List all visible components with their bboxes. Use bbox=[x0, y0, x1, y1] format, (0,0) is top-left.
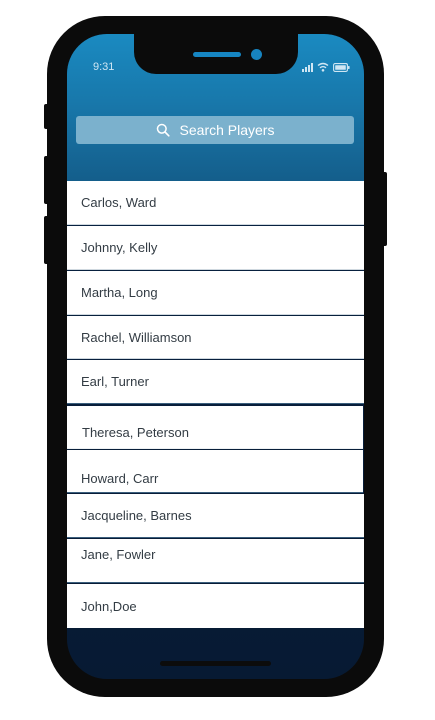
volume-down-button bbox=[44, 216, 49, 264]
player-name: Johnny, Kelly bbox=[81, 240, 158, 255]
player-name: Carlos, Ward bbox=[81, 195, 157, 210]
player-row-jacqueline-barnes[interactable]: Jacqueline, Barnes bbox=[67, 494, 364, 538]
camera-icon bbox=[251, 49, 262, 60]
search-icon bbox=[156, 123, 170, 137]
player-name: Earl, Turner bbox=[81, 374, 149, 389]
search-placeholder: Search Players bbox=[179, 122, 275, 138]
player-name: Rachel, Williamson bbox=[81, 330, 192, 345]
player-name: Martha, Long bbox=[81, 285, 158, 300]
speaker-icon bbox=[193, 52, 241, 57]
player-row-theresa-peterson[interactable]: Theresa, Peterson bbox=[67, 406, 363, 449]
status-time: 9:31 bbox=[93, 61, 115, 73]
player-row-johnny-kelly[interactable]: Johnny, Kelly bbox=[67, 226, 364, 270]
player-name: John,Doe bbox=[81, 599, 137, 614]
signal-icon bbox=[302, 63, 313, 72]
player-row-rachel-williamson[interactable]: Rachel, Williamson bbox=[67, 316, 364, 359]
player-name: Howard, Carr bbox=[81, 471, 159, 486]
player-name: Theresa, Peterson bbox=[82, 425, 189, 440]
volume-up-button bbox=[44, 156, 49, 204]
player-row-martha-long[interactable]: Martha, Long bbox=[67, 271, 364, 315]
player-name: Jane, Fowler bbox=[81, 547, 156, 562]
battery-icon bbox=[333, 63, 350, 72]
status-icons bbox=[302, 62, 350, 72]
notch bbox=[134, 34, 298, 74]
player-name: Jacqueline, Barnes bbox=[81, 508, 192, 523]
wifi-icon bbox=[317, 62, 329, 72]
player-row-earl-turner[interactable]: Earl, Turner bbox=[67, 360, 364, 404]
mute-switch bbox=[44, 104, 49, 129]
player-row-carlos-ward[interactable]: Carlos, Ward bbox=[67, 181, 364, 225]
home-indicator[interactable] bbox=[160, 661, 271, 666]
screen: 9:31 Search Players Carlos, Ward Johnny,… bbox=[67, 34, 364, 679]
phone-frame: 9:31 Search Players Carlos, Ward Johnny,… bbox=[44, 16, 387, 697]
player-row-jane-fowler[interactable]: Jane, Fowler bbox=[67, 539, 364, 583]
power-button bbox=[382, 172, 387, 246]
player-row-howard-carr[interactable]: Howard, Carr bbox=[67, 450, 363, 493]
search-bar[interactable]: Search Players bbox=[76, 116, 354, 144]
player-row-john-doe[interactable]: John,Doe bbox=[67, 584, 364, 628]
